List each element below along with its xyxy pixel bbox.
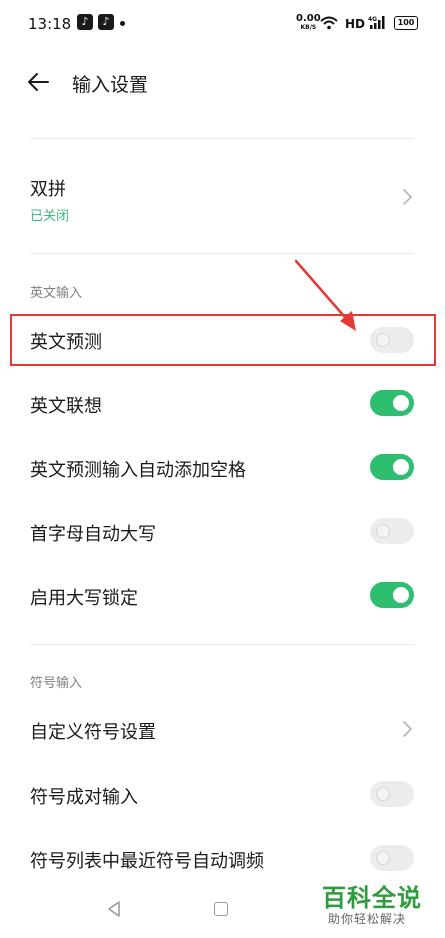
highlight-box — [10, 314, 436, 366]
chevron-right-icon — [403, 189, 412, 205]
net-speed-value: 0.00 — [296, 13, 321, 24]
english-association-toggle[interactable] — [370, 390, 414, 416]
battery-icon: 100 — [394, 16, 418, 30]
setting-label: 符号列表中最近符号自动调频 — [30, 851, 264, 872]
divider — [30, 253, 414, 254]
setting-label: 符号成对输入 — [30, 787, 138, 808]
nav-back-icon[interactable] — [105, 900, 123, 918]
setting-label: 首字母自动大写 — [30, 524, 156, 545]
setting-label: 英文联想 — [30, 396, 102, 417]
shuangpin-title: 双拼 — [30, 179, 66, 200]
signal-label: 4G — [368, 16, 377, 23]
wifi-icon — [320, 16, 338, 30]
page-title: 输入设置 — [72, 74, 149, 96]
tiktok-icon: ♪ — [77, 14, 93, 30]
chevron-right-icon — [403, 721, 412, 737]
tiktok-icon: ♪ — [98, 14, 114, 30]
auto-space-toggle[interactable] — [370, 454, 414, 480]
notification-dot-icon — [120, 21, 125, 26]
red-arrow-icon — [294, 259, 356, 331]
divider — [30, 138, 414, 139]
watermark-subtitle: 助你轻松解决 — [328, 912, 407, 926]
status-time: 13:18 — [28, 15, 72, 33]
hd-label: HD — [345, 17, 366, 31]
status-bar: 13:18 ♪ ♪ 0.00 KB/S HD 4G 100 — [0, 0, 445, 50]
net-speed: 0.00 KB/S — [296, 14, 321, 32]
setting-label: 自定义符号设置 — [30, 722, 156, 743]
signal-icon: 4G — [368, 16, 385, 29]
setting-label: 英文预测输入自动添加空格 — [30, 460, 246, 481]
back-arrow-icon[interactable] — [26, 69, 52, 95]
section-header-english: 英文输入 — [30, 286, 83, 301]
app-header: 输入设置 — [0, 55, 445, 111]
caps-lock-toggle[interactable] — [370, 582, 414, 608]
net-speed-unit: KB/S — [300, 24, 317, 31]
auto-capitalize-toggle[interactable] — [370, 518, 414, 544]
divider — [30, 644, 414, 645]
recent-symbols-toggle[interactable] — [370, 845, 414, 871]
section-header-symbol: 符号输入 — [30, 676, 83, 691]
shuangpin-status: 已关闭 — [30, 209, 70, 224]
watermark-title: 百科全说 — [322, 884, 422, 912]
nav-home-icon[interactable] — [214, 902, 228, 916]
paired-symbols-toggle[interactable] — [370, 781, 414, 807]
setting-label: 启用大写锁定 — [30, 588, 138, 609]
